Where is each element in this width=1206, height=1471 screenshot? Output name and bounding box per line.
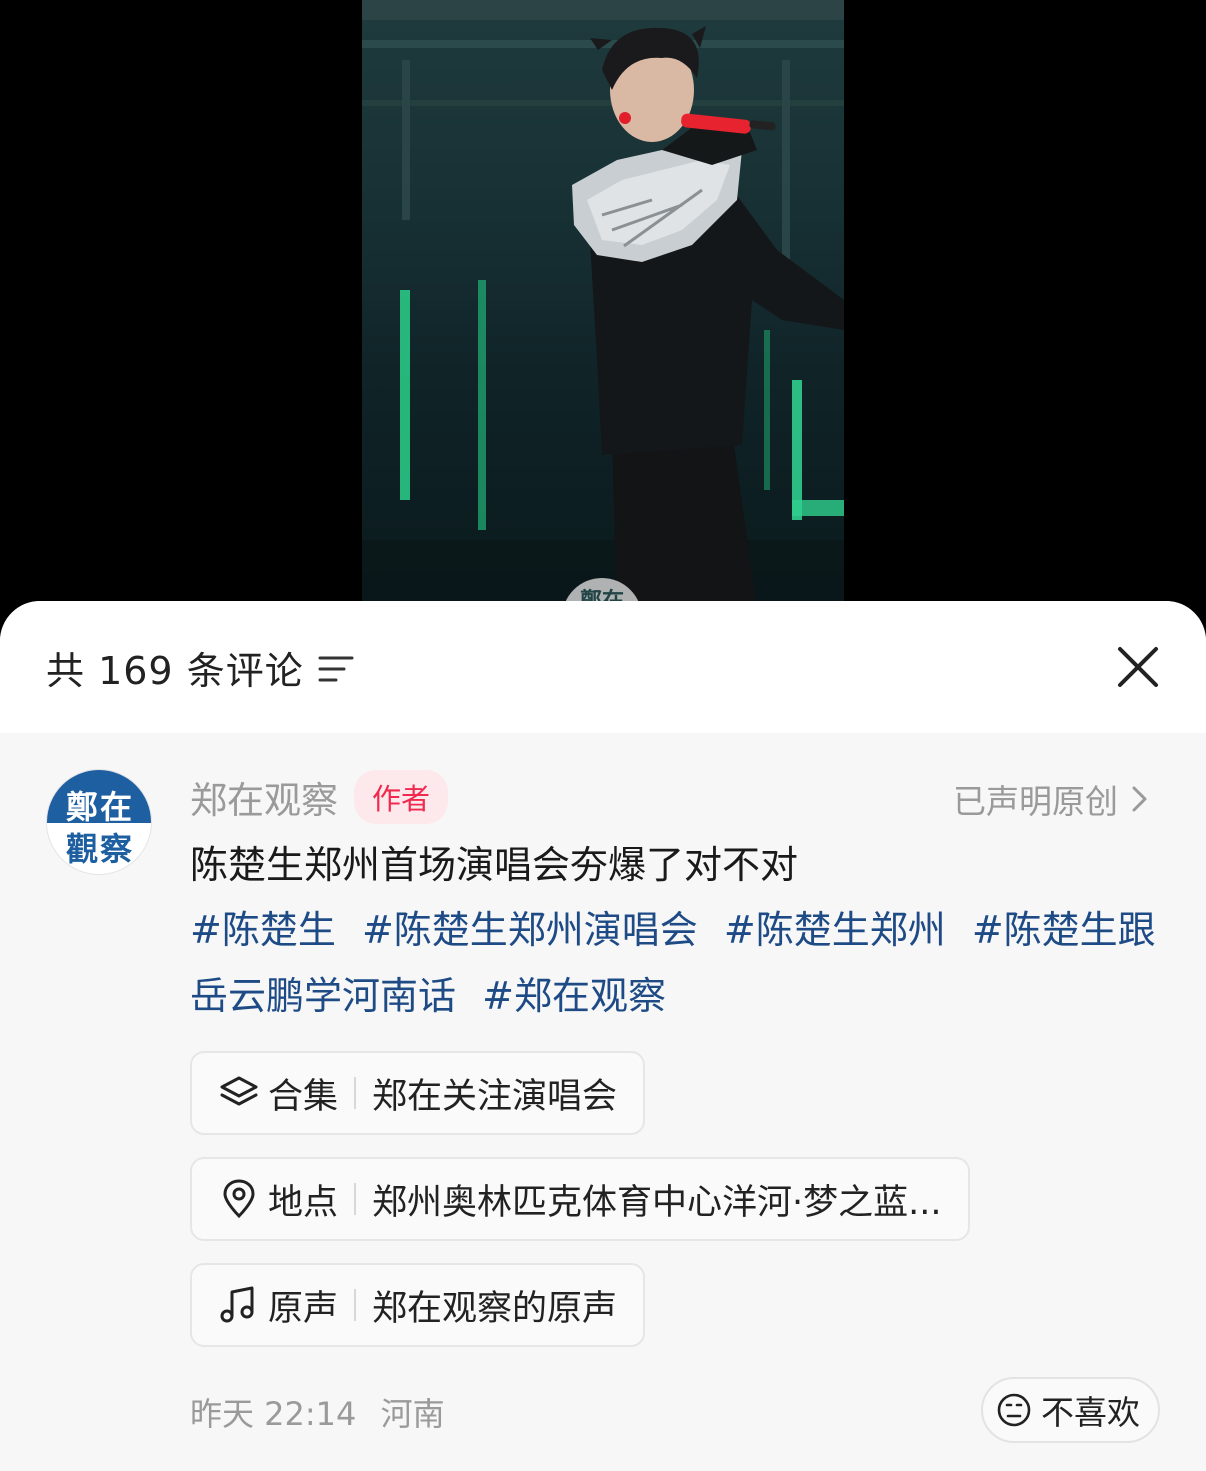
video-player[interactable]: 鄭在 [0, 0, 1206, 610]
location-chip[interactable]: 地点 郑州奥林匹克体育中心洋河·梦之蓝... [190, 1157, 970, 1241]
avatar-text-bottom: 觀察 [65, 830, 134, 868]
post-time: 昨天 22:14 [190, 1395, 357, 1433]
hashtag-link[interactable]: #陈楚生郑州 [724, 908, 946, 952]
post-region: 河南 [380, 1395, 445, 1433]
original-claim-link[interactable]: 已声明原创 [953, 775, 1150, 823]
location-type: 地点 [268, 1182, 339, 1223]
hashtag-link[interactable]: #郑在观察 [482, 974, 666, 1018]
hashtag-link[interactable]: #陈楚生 [190, 908, 336, 952]
avatar-text-top: 鄭在 [65, 788, 134, 826]
collection-chip[interactable]: 合集 郑在关注演唱会 [190, 1051, 646, 1135]
collection-type: 合集 [268, 1076, 339, 1117]
avatar[interactable]: 鄭在 觀察 [46, 769, 152, 875]
author-badge: 作者 [354, 770, 449, 824]
music-type: 原声 [268, 1288, 339, 1329]
music-value: 郑在观察的原声 [372, 1288, 618, 1329]
comment-count: 共 169 条评论 [46, 648, 304, 693]
username[interactable]: 郑在观察 [190, 770, 338, 824]
original-claim-label: 已声明原创 [953, 782, 1118, 821]
chevron-right-icon [1132, 786, 1147, 812]
music-chip[interactable]: 原声 郑在观察的原声 [190, 1263, 646, 1347]
layers-icon [218, 1072, 260, 1114]
video-still-image: 鄭在 [362, 0, 844, 610]
author-post: 鄭在 觀察 郑在观察 作者 已声明原创 陈楚生郑州首场演唱会夯爆了对不对 #陈楚… [0, 733, 1206, 1443]
collection-value: 郑在关注演唱会 [372, 1076, 618, 1117]
dislike-button[interactable]: 不喜欢 [981, 1377, 1160, 1443]
post-meta: 昨天 22:14 河南 [190, 1389, 459, 1435]
music-note-icon [218, 1284, 260, 1326]
sort-filter-icon[interactable] [318, 654, 354, 684]
comments-header: 共 169 条评论 [0, 601, 1206, 733]
hashtag-list: #陈楚生 #陈楚生郑州演唱会 #陈楚生郑州 #陈楚生跟岳云鹏学河南话 #郑在观察 [190, 897, 1160, 1029]
close-icon[interactable] [1116, 645, 1160, 689]
comments-sheet: 共 169 条评论 鄭在 觀察 郑在观察 作者 已声明原创 陈楚生郑州首场演唱会… [0, 601, 1206, 1471]
post-text: 陈楚生郑州首场演唱会夯爆了对不对 [190, 843, 799, 887]
hashtag-link[interactable]: #陈楚生郑州演唱会 [362, 908, 698, 952]
dislike-label: 不喜欢 [1041, 1393, 1140, 1432]
location-pin-icon [218, 1178, 260, 1220]
video-frame[interactable]: 鄭在 [362, 0, 844, 610]
unhappy-face-icon [997, 1393, 1031, 1427]
location-value: 郑州奥林匹克体育中心洋河·梦之蓝... [372, 1182, 942, 1223]
